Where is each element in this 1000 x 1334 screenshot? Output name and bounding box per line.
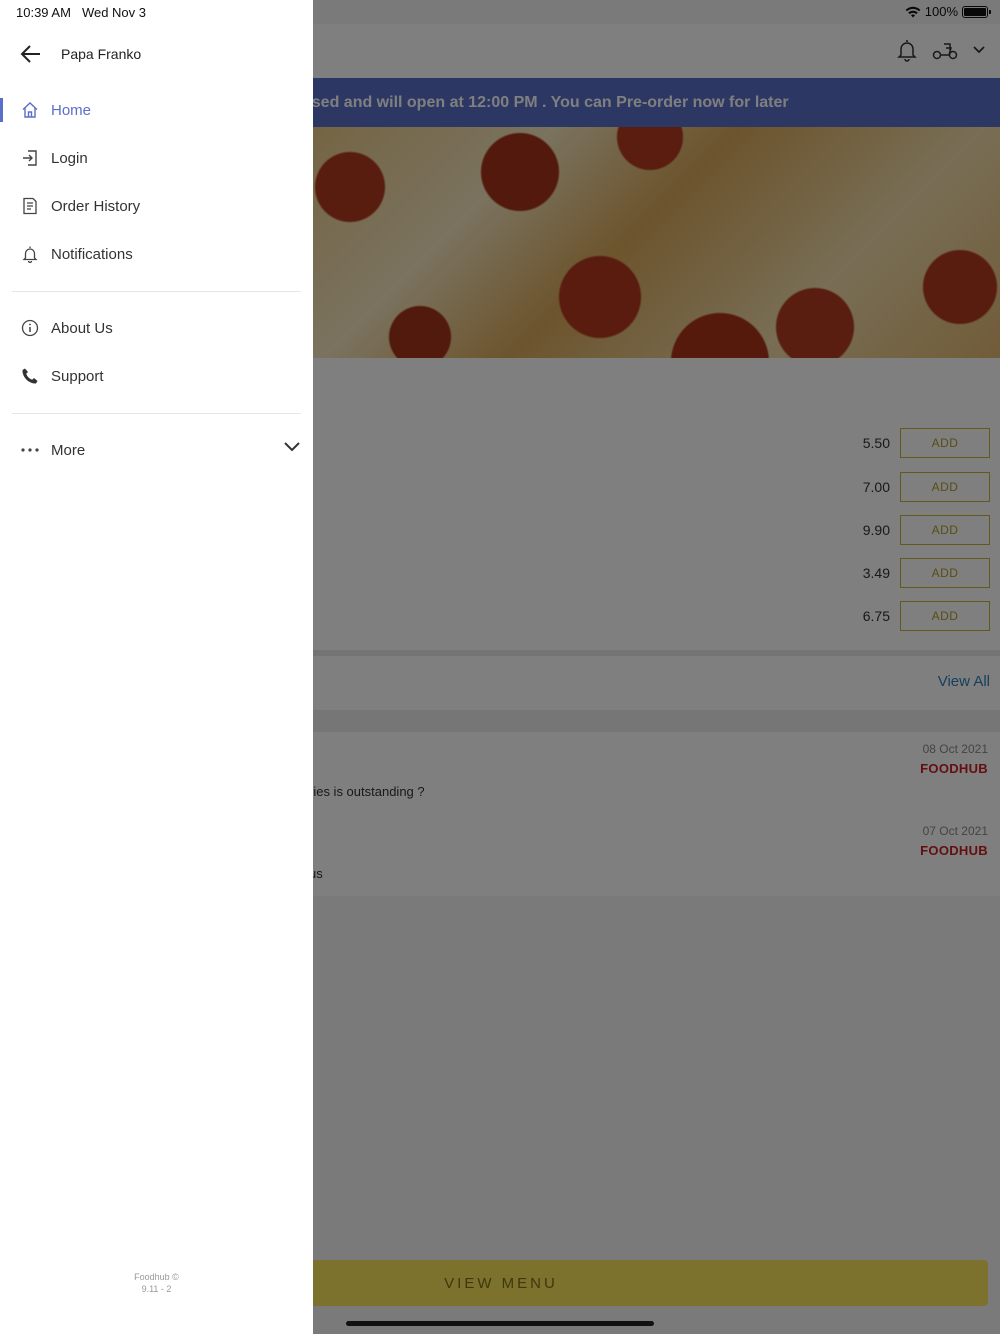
bell-icon	[20, 244, 40, 264]
back-arrow-icon[interactable]	[20, 44, 42, 64]
nav-item-more[interactable]: More	[0, 430, 313, 470]
status-time: 10:39 AM	[16, 5, 71, 20]
version-text: 9.11 - 2	[141, 1284, 172, 1294]
drawer-header: Papa Franko	[0, 36, 313, 72]
restaurant-name: Papa Franko	[61, 46, 142, 62]
login-icon	[20, 148, 40, 168]
nav-label: Login	[51, 149, 88, 167]
nav-item-notifications[interactable]: Notifications	[0, 234, 313, 274]
nav-label: Home	[51, 101, 92, 119]
drawer-divider	[12, 413, 301, 414]
active-indicator	[0, 98, 3, 122]
receipt-icon	[20, 196, 40, 216]
nav-item-about-us[interactable]: About Us	[0, 308, 313, 348]
status-bar-left: 10:39 AM Wed Nov 3	[16, 5, 146, 20]
nav-item-support[interactable]: Support	[0, 356, 313, 396]
copyright-text: Foodhub ©	[134, 1272, 179, 1282]
drawer-footer: Foodhub © 9.11 - 2	[0, 1271, 313, 1295]
nav-label: Support	[51, 367, 104, 385]
navigation-drawer: 10:39 AM Wed Nov 3 Papa Franko Home Logi…	[0, 0, 313, 1334]
info-icon	[20, 318, 40, 338]
phone-icon	[20, 366, 40, 386]
nav-item-order-history[interactable]: Order History	[0, 186, 313, 226]
nav-item-home[interactable]: Home	[0, 90, 313, 130]
nav-label: Notifications	[51, 245, 133, 263]
nav-label: About Us	[51, 319, 113, 337]
nav-item-login[interactable]: Login	[0, 138, 313, 178]
more-dots-icon	[20, 440, 40, 460]
status-date: Wed Nov 3	[81, 5, 147, 20]
chevron-down-icon[interactable]	[283, 441, 301, 453]
nav-label: Order History	[51, 197, 141, 215]
drawer-divider	[12, 291, 301, 292]
home-icon	[20, 100, 40, 120]
home-indicator[interactable]	[346, 1321, 654, 1326]
nav-label: More	[51, 441, 86, 459]
